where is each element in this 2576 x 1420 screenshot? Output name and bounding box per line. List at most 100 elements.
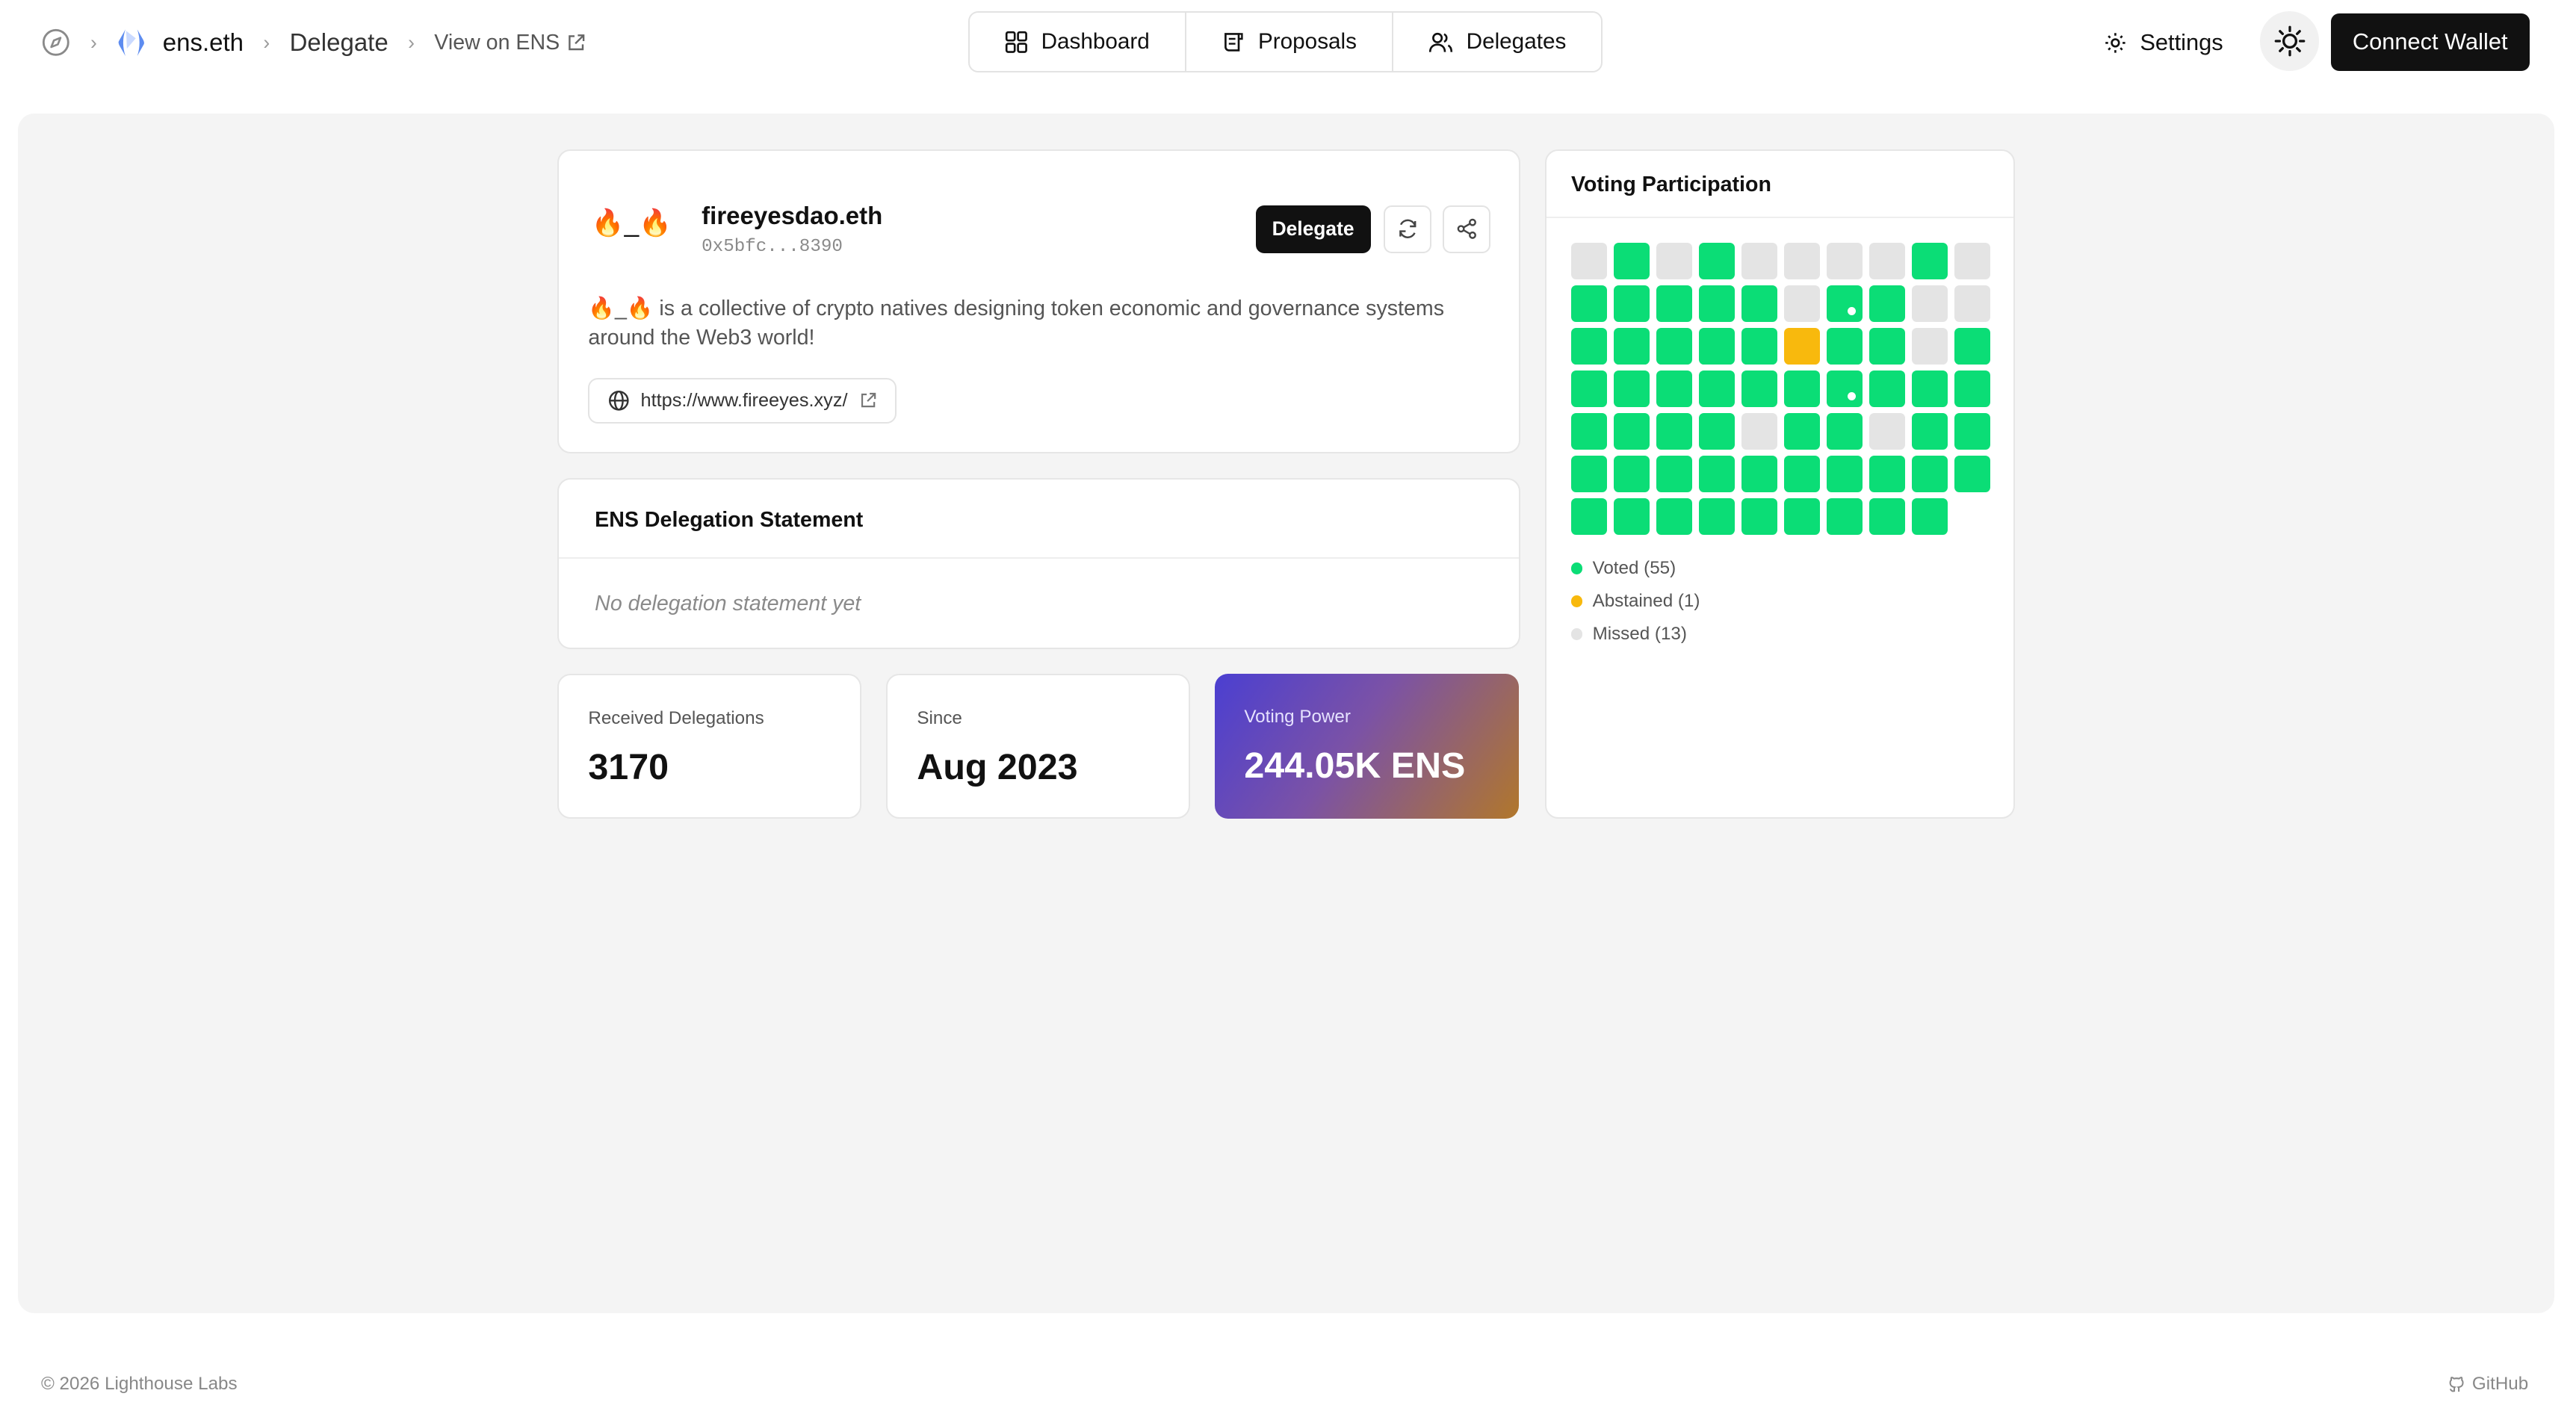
participation-cell-voted[interactable] [1911,456,1948,492]
participation-cell-voted[interactable] [1954,370,1991,407]
tab-proposals[interactable]: Proposals [1186,13,1394,71]
participation-cell-voted[interactable] [1698,370,1736,407]
participation-cell-voted[interactable] [1741,498,1778,535]
participation-cell-voted[interactable] [1826,328,1863,365]
refresh-button[interactable] [1384,205,1431,253]
participation-cell-voted[interactable] [1613,456,1650,492]
participation-cell-voted[interactable] [1783,370,1821,407]
tab-delegates[interactable]: Delegates [1393,13,1601,70]
participation-cell-voted[interactable] [1911,498,1948,535]
participation-cell-voted[interactable] [1826,285,1863,322]
participation-cell-voted[interactable] [1783,498,1821,535]
delegate-bio: 🔥_🔥 is a collective of crypto natives de… [588,296,1445,350]
divider [558,556,1519,559]
participation-cell-voted[interactable] [1698,285,1736,322]
participation-cell-voted[interactable] [1741,370,1778,407]
participation-cell-voted[interactable] [1954,456,1991,492]
website-url: https://www.fireeyes.xyz/ [640,390,848,412]
tab-delegates-label: Delegates [1466,29,1567,55]
participation-cell-missed[interactable] [1826,243,1863,279]
participation-cell-voted[interactable] [1826,413,1863,450]
participation-cell-voted[interactable] [1570,328,1608,365]
participation-cell-voted[interactable] [1613,498,1650,535]
participation-cell-missed[interactable] [1911,328,1948,365]
current-marker-dot [1848,391,1857,400]
view-on-ens-link[interactable]: View on ENS [434,31,586,55]
participation-cell-missed[interactable] [1868,243,1906,279]
participation-cell-voted[interactable] [1613,285,1650,322]
participation-cell-voted[interactable] [1698,328,1736,365]
participation-cell-voted[interactable] [1826,370,1863,407]
participation-cell-voted[interactable] [1656,328,1693,365]
participation-cell-voted[interactable] [1783,413,1821,450]
main-nav-tabs: Dashboard Proposals Delegates [967,11,1603,72]
participation-cell-missed[interactable] [1656,243,1693,279]
participation-cell-missed[interactable] [1954,243,1991,279]
participation-cell-voted[interactable] [1911,370,1948,407]
participation-cell-voted[interactable] [1656,285,1693,322]
participation-cell-voted[interactable] [1613,328,1650,365]
github-link[interactable]: GitHub [2447,1374,2528,1395]
participation-cell-voted[interactable] [1613,243,1650,279]
participation-cell-voted[interactable] [1613,413,1650,450]
tab-dashboard[interactable]: Dashboard [970,13,1187,71]
delegate-button[interactable]: Delegate [1255,205,1371,253]
space-name-link[interactable]: ens.eth [163,28,244,57]
main-panel: 🔥_🔥 fireeyesdao.eth 0x5bfc...8390 Delega… [18,113,2554,1313]
participation-cell-voted[interactable] [1741,328,1778,365]
statement-title: ENS Delegation Statement [595,507,864,532]
participation-cell-voted[interactable] [1783,456,1821,492]
participation-cell-voted[interactable] [1911,243,1948,279]
participation-cell-voted[interactable] [1613,370,1650,407]
view-on-ens-label: View on ENS [434,30,560,55]
participation-cell-voted[interactable] [1954,413,1991,450]
sun-icon [2274,25,2305,57]
participation-cell-missed[interactable] [1954,285,1991,322]
participation-cell-voted[interactable] [1826,456,1863,492]
participation-cell-abstain[interactable] [1783,328,1821,365]
participation-cell-missed[interactable] [1741,413,1778,450]
participation-cell-missed[interactable] [1570,243,1608,279]
participation-cell-voted[interactable] [1741,285,1778,322]
participation-cell-voted[interactable] [1698,456,1736,492]
participation-cell-voted[interactable] [1656,413,1693,450]
participation-cell-voted[interactable] [1868,328,1906,365]
participation-cell-voted[interactable] [1698,498,1736,535]
participation-cell-voted[interactable] [1911,413,1948,450]
proposals-icon [1224,32,1243,52]
participation-cell-voted[interactable] [1656,456,1693,492]
delegation-statement-card: ENS Delegation Statement No delegation s… [557,478,1520,649]
participation-cell-voted[interactable] [1570,285,1608,322]
gear-icon [2105,32,2125,53]
participation-cell-voted[interactable] [1698,413,1736,450]
participation-cell-voted[interactable] [1954,328,1991,365]
theme-toggle-button[interactable] [2260,11,2320,71]
participation-cell-voted[interactable] [1868,498,1906,535]
participation-cell-voted[interactable] [1868,456,1906,492]
participation-cell-voted[interactable] [1698,243,1736,279]
participation-cell-voted[interactable] [1868,285,1906,322]
settings-button[interactable]: Settings [2104,23,2223,63]
participation-cell-missed[interactable] [1911,285,1948,322]
delegate-address[interactable]: 0x5bfc...8390 [702,237,843,257]
connect-wallet-button[interactable]: Connect Wallet [2330,13,2530,71]
participation-cell-voted[interactable] [1656,370,1693,407]
website-link[interactable]: https://www.fireeyes.xyz/ [588,377,897,424]
participation-cell-voted[interactable] [1570,498,1608,535]
participation-cell-voted[interactable] [1570,456,1608,492]
participation-cell-missed[interactable] [1783,243,1821,279]
compass-icon[interactable] [41,28,71,58]
participation-cell-voted[interactable] [1741,456,1778,492]
participation-cell-voted[interactable] [1868,370,1906,407]
dashboard-icon [1006,31,1028,53]
share-button[interactable] [1443,205,1491,253]
received-delegations-card: Received Delegations 3170 [557,673,861,819]
ens-logo-icon[interactable] [117,28,146,58]
participation-cell-missed[interactable] [1741,243,1778,279]
participation-cell-voted[interactable] [1570,370,1608,407]
participation-cell-voted[interactable] [1826,498,1863,535]
participation-cell-missed[interactable] [1783,285,1821,322]
participation-cell-voted[interactable] [1570,413,1608,450]
participation-cell-missed[interactable] [1868,413,1906,450]
participation-cell-voted[interactable] [1656,498,1693,535]
